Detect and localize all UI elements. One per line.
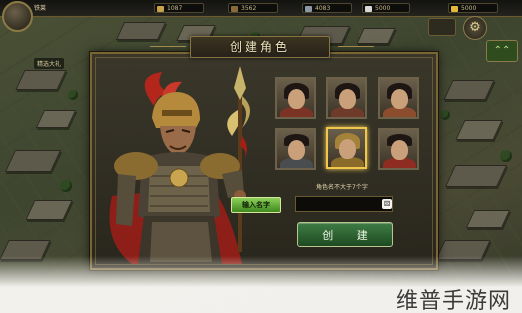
- silver-icon: [365, 6, 372, 12]
- resource-wood[interactable]: 3562: [228, 3, 278, 13]
- portrait-female-2[interactable]: [326, 77, 367, 119]
- expand-arrow-icon[interactable]: ⌃⌃: [486, 40, 518, 62]
- player-name: 铁莱: [34, 5, 47, 12]
- resource-gold[interactable]: 5000: [448, 3, 498, 13]
- gold-icon: [451, 6, 458, 12]
- resource-silver[interactable]: 5000: [362, 3, 410, 13]
- title-ornament-left: [150, 46, 186, 47]
- game-screen: 铁莱 1087 3562 4083 5000 5000 精选大礼 ⚙ ⌃⌃ 创建…: [0, 0, 522, 313]
- dialog-title-plate: 创建角色: [190, 36, 330, 58]
- portrait-female-3[interactable]: [378, 77, 419, 119]
- portrait-female-1[interactable]: [275, 77, 316, 119]
- create-button[interactable]: 创 建: [297, 222, 393, 247]
- portrait-male-3[interactable]: [378, 128, 419, 170]
- character-name-input[interactable]: [295, 196, 393, 212]
- portrait-male-1[interactable]: [275, 128, 316, 170]
- resource-bar: 铁莱 1087 3562 4083 5000 5000: [0, 0, 522, 17]
- selected-general-artwork: [92, 66, 262, 264]
- iron-icon: [305, 6, 312, 12]
- player-avatar[interactable]: [2, 1, 33, 32]
- dialog-title: 创建角色: [229, 40, 290, 54]
- resource-iron[interactable]: 4083: [302, 3, 352, 13]
- resource-grain[interactable]: 1087: [154, 3, 204, 13]
- name-length-hint: 角色名不大于7个字: [316, 184, 368, 191]
- enter-name-label: 输入名字: [231, 197, 281, 213]
- portrait-male-2-selected[interactable]: [326, 127, 367, 169]
- grain-icon: [157, 6, 164, 12]
- site-watermark: 维普手游网: [396, 289, 512, 313]
- title-ornament-right: [338, 46, 374, 47]
- gift-label[interactable]: 精选大礼: [34, 58, 65, 69]
- mail-button[interactable]: [428, 18, 456, 36]
- settings-gear-icon[interactable]: ⚙: [463, 16, 487, 40]
- wood-icon: [231, 6, 238, 12]
- random-name-dice-icon[interactable]: ⚄: [382, 199, 392, 209]
